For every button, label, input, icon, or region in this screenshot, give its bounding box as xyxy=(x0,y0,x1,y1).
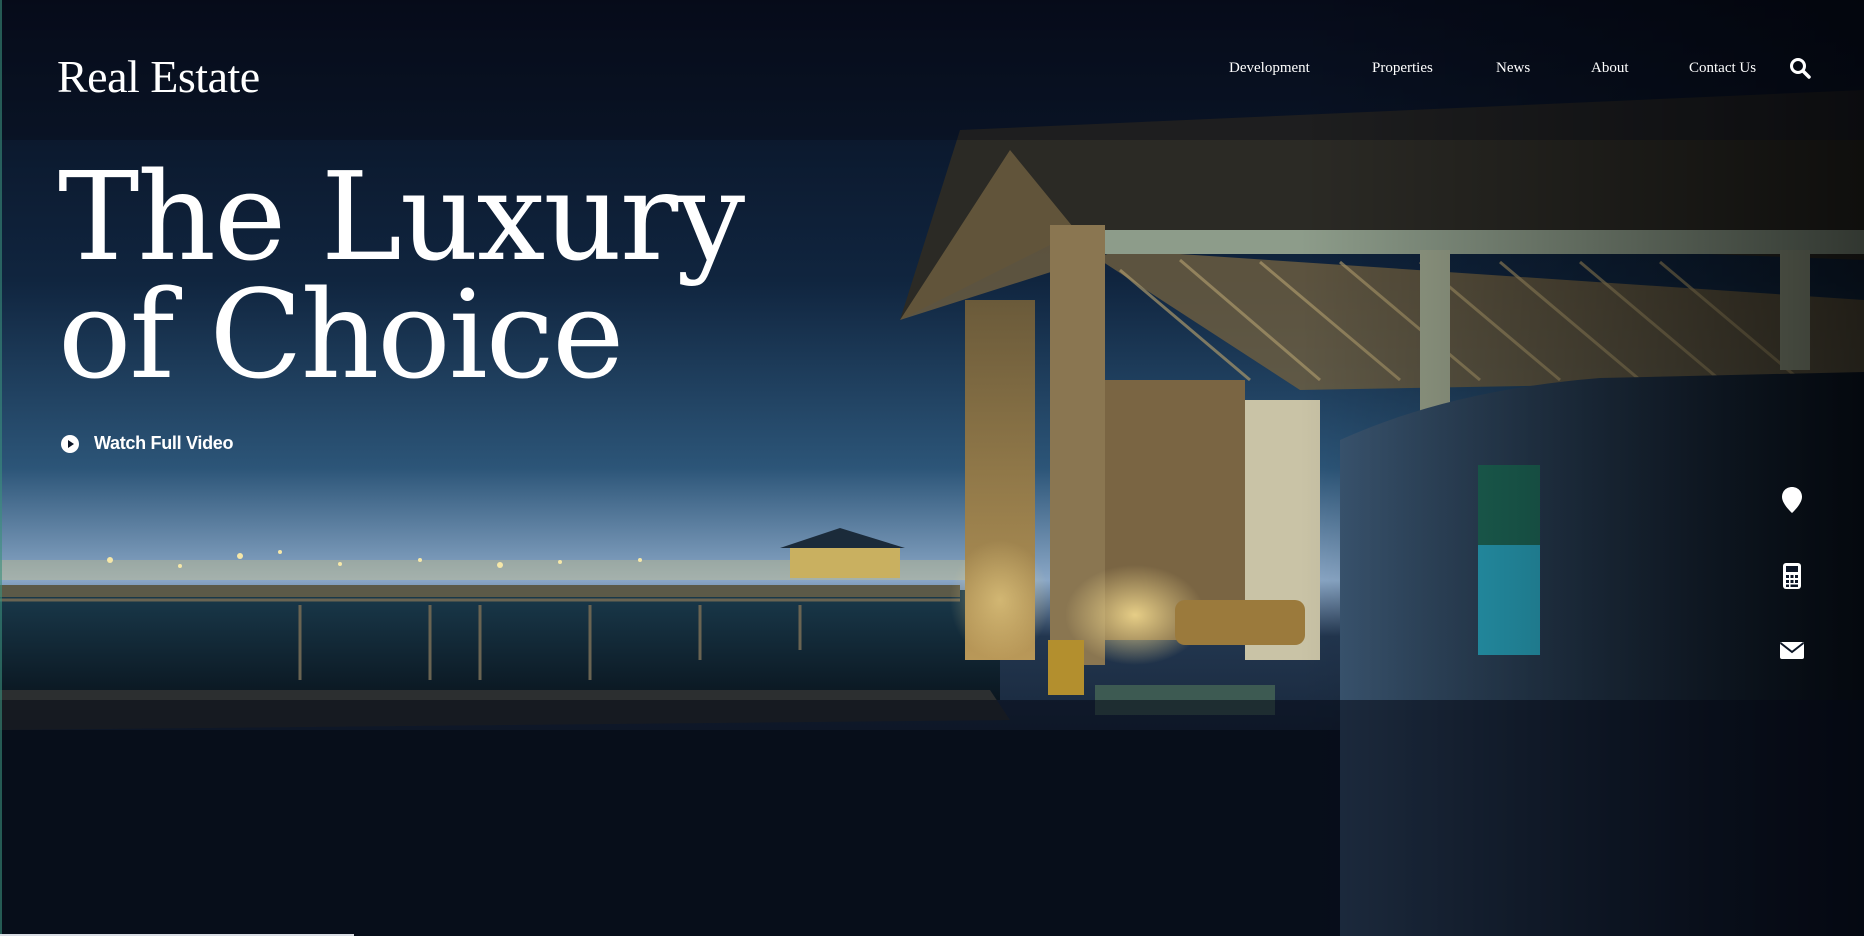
nav-item-news[interactable]: News xyxy=(1496,60,1530,77)
play-circle-icon xyxy=(61,434,79,453)
site-logo[interactable]: Real Estate xyxy=(57,50,260,103)
nav-item-about[interactable]: About xyxy=(1591,60,1629,77)
nav-item-development[interactable]: Development xyxy=(1229,60,1310,77)
nav-item-properties[interactable]: Properties xyxy=(1372,60,1433,77)
nav-item-contact-us[interactable]: Contact Us xyxy=(1689,60,1756,77)
map-pin-icon[interactable] xyxy=(1776,484,1808,516)
left-edge-accent xyxy=(0,0,2,936)
watch-video-button[interactable]: Watch Full Video xyxy=(60,433,234,454)
watch-video-label: Watch Full Video xyxy=(94,433,234,453)
envelope-icon[interactable] xyxy=(1776,634,1808,666)
hero-title-line-1: The Luxury xyxy=(58,146,745,288)
hero-title: The Luxury of Choice xyxy=(58,146,745,406)
search-icon[interactable] xyxy=(1788,56,1812,80)
hero-background-image xyxy=(0,0,1864,936)
hero-title-line-2: of Choice xyxy=(58,264,624,406)
calculator-icon[interactable] xyxy=(1776,560,1808,592)
